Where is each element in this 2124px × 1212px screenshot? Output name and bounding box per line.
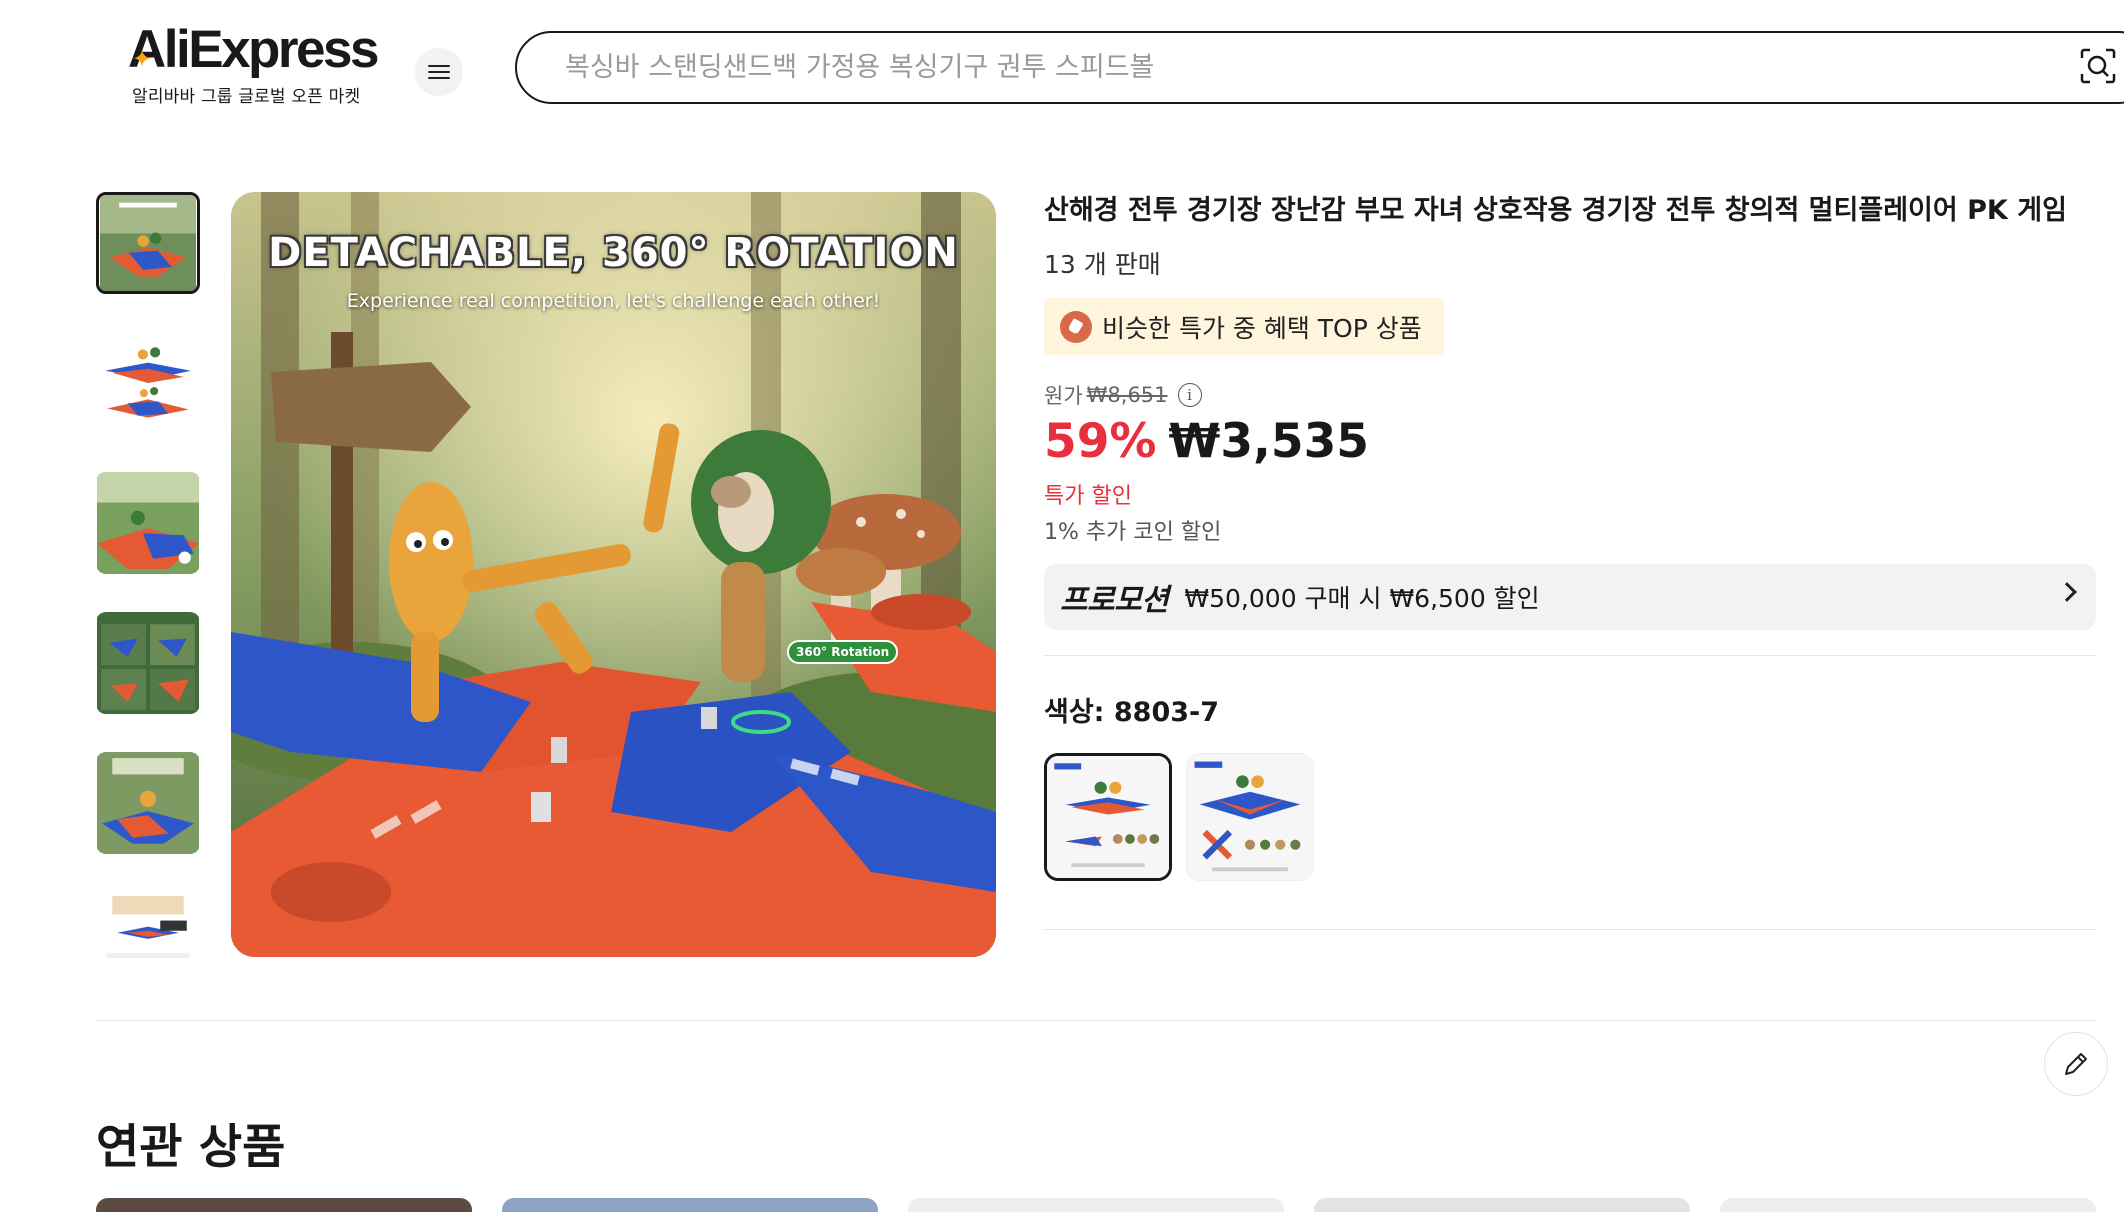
product-title: 산해경 전투 경기장 장난감 부모 자녀 상호작용 경기장 전투 창의적 멀티플… <box>1044 195 2067 226</box>
search-input[interactable] <box>565 33 2065 101</box>
original-price: ₩8,651 <box>1086 383 1168 407</box>
image-headline: DETACHABLE, 360° ROTATION <box>268 230 959 276</box>
original-price-row: 원가 ₩8,651 i <box>1044 380 1202 410</box>
related-product-card[interactable] <box>502 1198 878 1212</box>
tag-icon <box>1060 310 1092 343</box>
hamburger-icon <box>428 61 450 83</box>
menu-button[interactable] <box>415 48 463 96</box>
thumbnail-5[interactable] <box>96 752 200 854</box>
price-row: 59% ₩3,535 <box>1044 414 1369 469</box>
related-products-row <box>96 1198 2124 1212</box>
image-search-icon[interactable] <box>2080 48 2116 84</box>
top-deal-text: 비슷한 특가 중 혜택 TOP 상품 <box>1102 313 1422 343</box>
section-divider <box>96 1020 2096 1021</box>
discount-percent: 59% <box>1044 414 1157 469</box>
promotion-label: 프로모션 <box>1060 583 1169 618</box>
original-price-label: 원가 <box>1044 384 1083 408</box>
color-swatch-2[interactable] <box>1186 753 1314 881</box>
promotion-banner[interactable]: 프로모션 ₩50,000 구매 시 ₩6,500 할인 <box>1044 564 2096 630</box>
image-subheadline: Experience real competition, let's chall… <box>346 290 881 312</box>
main-product-image[interactable]: DETACHABLE, 360° ROTATION Experience rea… <box>231 192 996 957</box>
thumbnail-6[interactable] <box>96 892 200 958</box>
sold-count: 13 개 판매 <box>1044 250 1161 279</box>
logo-star-icon: ✦ <box>132 46 152 73</box>
logo-subtitle: 알리바바 그룹 글로벌 오픈 마켓 <box>132 87 361 107</box>
related-product-card[interactable] <box>1720 1198 2096 1212</box>
search-bar[interactable] <box>515 31 2124 104</box>
aliexpress-logo[interactable]: ✦ AliExpress 알리바바 그룹 글로벌 오픈 마켓 <box>128 20 388 108</box>
thumbnail-list <box>96 192 204 958</box>
related-product-card[interactable] <box>96 1198 472 1212</box>
edit-button[interactable] <box>2044 1032 2108 1096</box>
info-icon[interactable]: i <box>1177 383 1202 407</box>
color-label: 색상: 8803-7 <box>1044 697 1220 728</box>
related-products-title: 연관 상품 <box>96 1120 286 1175</box>
divider <box>1044 929 2096 930</box>
divider <box>1044 655 2096 656</box>
thumbnail-2[interactable] <box>96 332 200 434</box>
thumbnail-1[interactable] <box>96 192 200 294</box>
color-swatch-1[interactable] <box>1044 753 1172 881</box>
thumbnail-4[interactable] <box>96 612 200 714</box>
logo-text: AliExpress <box>128 20 379 79</box>
top-deal-badge: 비슷한 특가 중 혜택 TOP 상품 <box>1044 298 1444 355</box>
related-product-card[interactable] <box>908 1198 1284 1212</box>
color-swatches <box>1044 753 1328 881</box>
sale-price: ₩3,535 <box>1168 414 1370 469</box>
related-product-card[interactable] <box>1314 1198 1690 1212</box>
special-discount-label: 특가 할인 <box>1044 484 1132 509</box>
pencil-icon <box>2065 1053 2087 1075</box>
rotation-badge: 360° Rotation <box>787 640 899 664</box>
chevron-right-icon <box>2057 582 2077 602</box>
coin-discount-label: 1% 추가 코인 할인 <box>1044 520 1222 545</box>
thumbnail-3[interactable] <box>96 472 200 574</box>
promotion-text: ₩50,000 구매 시 ₩6,500 할인 <box>1184 584 1540 613</box>
